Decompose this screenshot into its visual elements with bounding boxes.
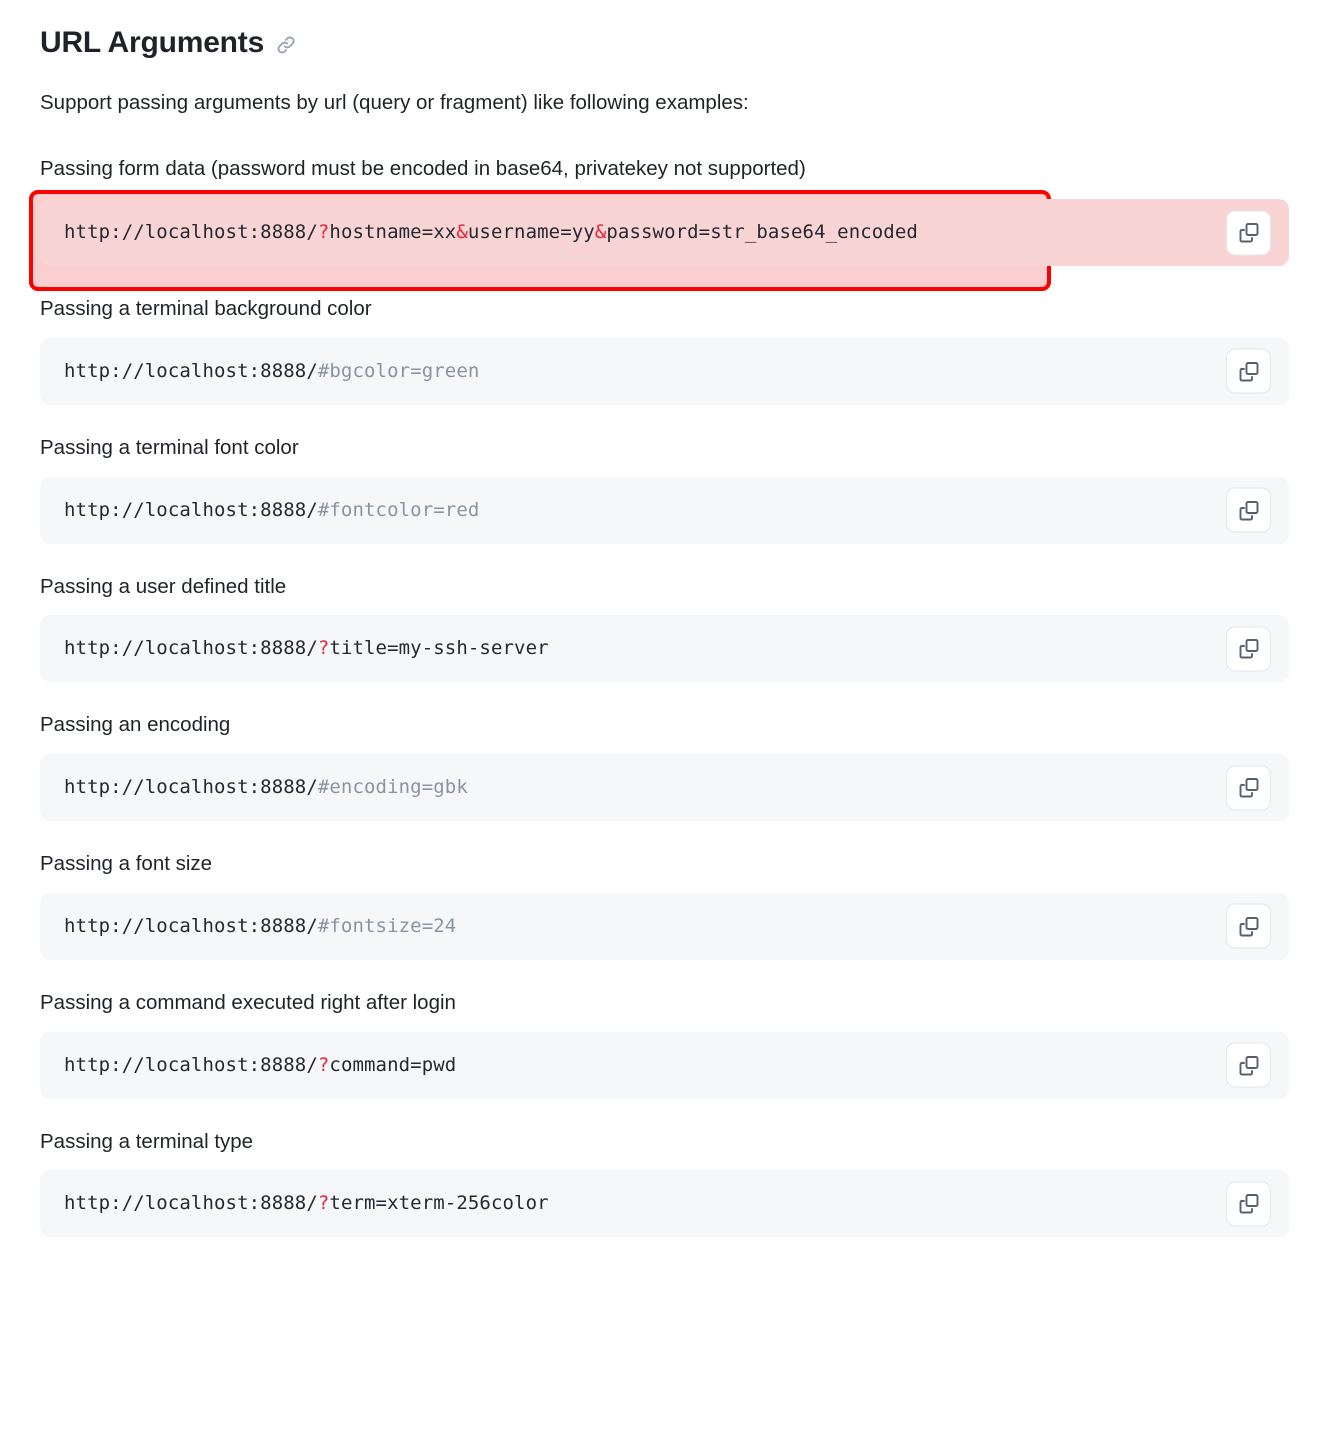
example-label: Passing a font size — [40, 825, 1289, 889]
example-label: Passing an encoding — [40, 686, 1289, 750]
code-token-url: http://localhost:8888/ — [64, 360, 318, 382]
code-text[interactable]: http://localhost:8888/#bgcolor=green — [64, 362, 479, 381]
code-token-frag: #fontcolor=red — [318, 499, 480, 521]
code-token-url: http://localhost:8888/ — [64, 1192, 318, 1214]
code-text[interactable]: http://localhost:8888/?hostname=xx&usern… — [64, 223, 918, 242]
code-token-query: hostname=xx — [329, 221, 456, 243]
copy-icon — [1237, 221, 1261, 245]
code-token-punct: & — [456, 221, 468, 243]
code-token-punct: & — [595, 221, 607, 243]
example-label: Passing a terminal type — [40, 1103, 1289, 1167]
code-token-punct: ? — [318, 221, 330, 243]
copy-icon — [1237, 914, 1261, 938]
url-arguments-page: URL Arguments Support passing arguments … — [0, 0, 1329, 1237]
copy-button[interactable] — [1226, 1181, 1271, 1226]
copy-button[interactable] — [1226, 210, 1271, 255]
code-block: http://localhost:8888/#encoding=gbk — [40, 754, 1289, 821]
code-example: http://localhost:8888/?command=pwd — [40, 1032, 1289, 1099]
copy-button[interactable] — [1226, 488, 1271, 533]
copy-button[interactable] — [1226, 904, 1271, 949]
code-example: http://localhost:8888/#bgcolor=green — [40, 338, 1289, 405]
code-token-punct: ? — [318, 637, 330, 659]
code-token-url: http://localhost:8888/ — [64, 221, 318, 243]
code-token-url: http://localhost:8888/ — [64, 776, 318, 798]
code-text[interactable]: http://localhost:8888/?command=pwd — [64, 1056, 456, 1075]
code-block: http://localhost:8888/?command=pwd — [40, 1032, 1289, 1099]
code-block: http://localhost:8888/#bgcolor=green — [40, 338, 1289, 405]
copy-button[interactable] — [1226, 765, 1271, 810]
code-token-query: password=str_base64_encoded — [606, 221, 918, 243]
code-example: http://localhost:8888/?title=my-ssh-serv… — [40, 615, 1289, 682]
code-block: http://localhost:8888/#fontcolor=red — [40, 477, 1289, 544]
page-title-text: URL Arguments — [40, 24, 264, 62]
code-token-frag: #encoding=gbk — [318, 776, 468, 798]
code-token-punct: ? — [318, 1192, 330, 1214]
copy-icon — [1237, 637, 1261, 661]
link-icon[interactable] — [275, 34, 297, 56]
copy-button[interactable] — [1226, 349, 1271, 394]
code-token-query: title=my-ssh-server — [329, 637, 548, 659]
code-example: http://localhost:8888/#fontcolor=red — [40, 477, 1289, 544]
code-example: http://localhost:8888/?hostname=xx&usern… — [40, 199, 1289, 266]
code-token-query: command=pwd — [329, 1054, 456, 1076]
example-label: Passing form data (password must be enco… — [40, 128, 1289, 195]
example-label: Passing a command executed right after l… — [40, 964, 1289, 1028]
code-text[interactable]: http://localhost:8888/#fontsize=24 — [64, 917, 456, 936]
copy-button[interactable] — [1226, 626, 1271, 671]
code-text[interactable]: http://localhost:8888/?term=xterm-256col… — [64, 1194, 549, 1213]
code-token-url: http://localhost:8888/ — [64, 499, 318, 521]
code-token-frag: #fontsize=24 — [318, 915, 456, 937]
intro-paragraph: Support passing arguments by url (query … — [40, 62, 1289, 129]
copy-icon — [1237, 1192, 1261, 1216]
code-block: http://localhost:8888/?term=xterm-256col… — [40, 1170, 1289, 1237]
code-token-url: http://localhost:8888/ — [64, 1054, 318, 1076]
code-text[interactable]: http://localhost:8888/#encoding=gbk — [64, 778, 468, 797]
example-label: Passing a user defined title — [40, 548, 1289, 612]
code-block: http://localhost:8888/?title=my-ssh-serv… — [40, 615, 1289, 682]
copy-icon — [1237, 1053, 1261, 1077]
code-block: http://localhost:8888/#fontsize=24 — [40, 893, 1289, 960]
code-token-query: username=yy — [468, 221, 595, 243]
copy-icon — [1237, 498, 1261, 522]
code-example: http://localhost:8888/#encoding=gbk — [40, 754, 1289, 821]
copy-button[interactable] — [1226, 1043, 1271, 1088]
code-token-url: http://localhost:8888/ — [64, 637, 318, 659]
code-token-url: http://localhost:8888/ — [64, 915, 318, 937]
copy-icon — [1237, 776, 1261, 800]
code-token-query: term=xterm-256color — [329, 1192, 548, 1214]
examples-list: Passing form data (password must be enco… — [40, 128, 1289, 1237]
example-label: Passing a terminal font color — [40, 409, 1289, 473]
code-token-punct: ? — [318, 1054, 330, 1076]
code-example: http://localhost:8888/#fontsize=24 — [40, 893, 1289, 960]
code-block: http://localhost:8888/?hostname=xx&usern… — [40, 199, 1289, 266]
code-text[interactable]: http://localhost:8888/?title=my-ssh-serv… — [64, 639, 549, 658]
code-text[interactable]: http://localhost:8888/#fontcolor=red — [64, 501, 479, 520]
code-token-frag: #bgcolor=green — [318, 360, 480, 382]
code-example: http://localhost:8888/?term=xterm-256col… — [40, 1170, 1289, 1237]
copy-icon — [1237, 359, 1261, 383]
page-title: URL Arguments — [40, 0, 1289, 62]
